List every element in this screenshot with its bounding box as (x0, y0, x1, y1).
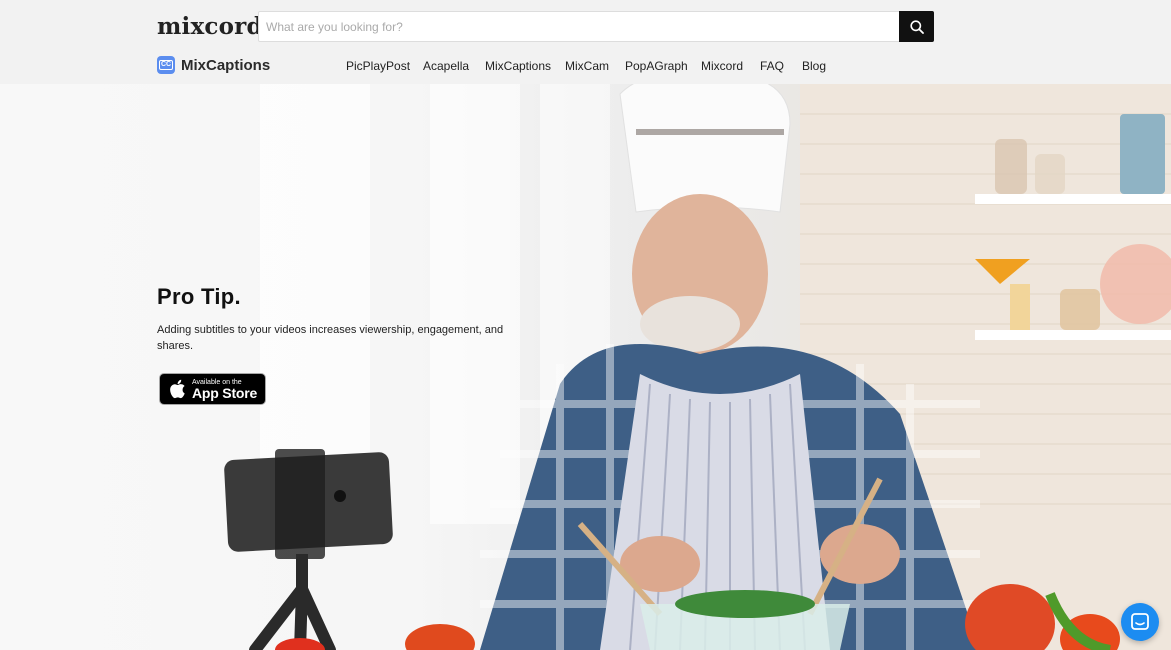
apple-icon (170, 379, 185, 399)
mixcord-logo[interactable]: mixcord (157, 12, 263, 40)
mixcord-logo-text: mixcord (157, 12, 263, 40)
nav-item-popagraph[interactable]: PopAGraph (625, 59, 688, 73)
nav-item-faq[interactable]: FAQ (760, 59, 784, 73)
search-icon (909, 19, 924, 34)
app-store-big-text: App Store (192, 384, 258, 401)
main-nav: PicPlayPost Acapella MixCaptions MixCam … (0, 59, 1171, 75)
search-bar (258, 11, 934, 42)
hero-image (224, 84, 1171, 650)
search-input[interactable] (259, 12, 900, 41)
chat-launcher-button[interactable] (1121, 603, 1159, 641)
chat-icon (1131, 613, 1149, 630)
site-header: mixcord CC MixCaptions PicPlayPost Acape… (0, 0, 1171, 84)
app-store-badge[interactable]: Available on the App Store (159, 373, 266, 405)
nav-item-mixcord[interactable]: Mixcord (701, 59, 743, 73)
pro-tip-body: Adding subtitles to your videos increase… (157, 324, 504, 352)
nav-item-acapella[interactable]: Acapella (423, 59, 469, 73)
pro-tip-title: Pro Tip. (157, 284, 241, 309)
nav-item-picplaypost[interactable]: PicPlayPost (346, 59, 410, 73)
pro-tip: Pro Tip. Adding subtitles to your videos… (157, 284, 517, 354)
nav-item-blog[interactable]: Blog (802, 59, 826, 73)
nav-item-mixcaptions[interactable]: MixCaptions (485, 59, 551, 73)
hero-section: Pro Tip. Adding subtitles to your videos… (0, 84, 1171, 650)
search-button[interactable] (899, 11, 934, 42)
nav-item-mixcam[interactable]: MixCam (565, 59, 609, 73)
